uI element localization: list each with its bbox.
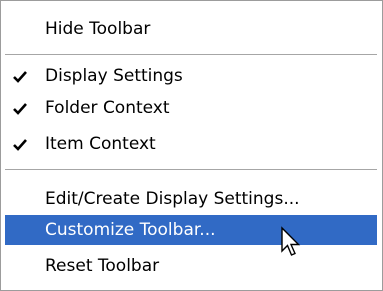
context-menu: Hide Toolbar Display Settings Folder Con… bbox=[0, 0, 383, 291]
arrow-cursor-icon bbox=[280, 226, 302, 260]
check-icon bbox=[13, 129, 33, 159]
menu-item-label: Folder Context bbox=[45, 98, 170, 118]
menu-item-folder-context[interactable]: Folder Context bbox=[5, 93, 377, 123]
check-icon bbox=[13, 61, 33, 91]
menu-item-display-settings[interactable]: Display Settings bbox=[5, 61, 377, 91]
menu-separator bbox=[5, 54, 377, 55]
menu-item-label: Customize Toolbar... bbox=[45, 220, 216, 240]
menu-item-label: Reset Toolbar bbox=[45, 256, 160, 276]
menu-item-customize-toolbar[interactable]: Customize Toolbar... bbox=[5, 215, 377, 245]
menu-item-label: Item Context bbox=[45, 134, 156, 154]
menu-item-label: Edit/Create Display Settings... bbox=[45, 189, 300, 209]
menu-item-reset-toolbar[interactable]: Reset Toolbar bbox=[5, 251, 377, 281]
menu-separator bbox=[5, 169, 377, 170]
menu-item-edit-create-display-settings[interactable]: Edit/Create Display Settings... bbox=[5, 184, 377, 214]
menu-item-label: Hide Toolbar bbox=[45, 19, 151, 39]
check-icon bbox=[13, 93, 33, 123]
menu-item-hide-toolbar[interactable]: Hide Toolbar bbox=[5, 14, 377, 44]
menu-item-item-context[interactable]: Item Context bbox=[5, 129, 377, 159]
menu-item-label: Display Settings bbox=[45, 66, 183, 86]
